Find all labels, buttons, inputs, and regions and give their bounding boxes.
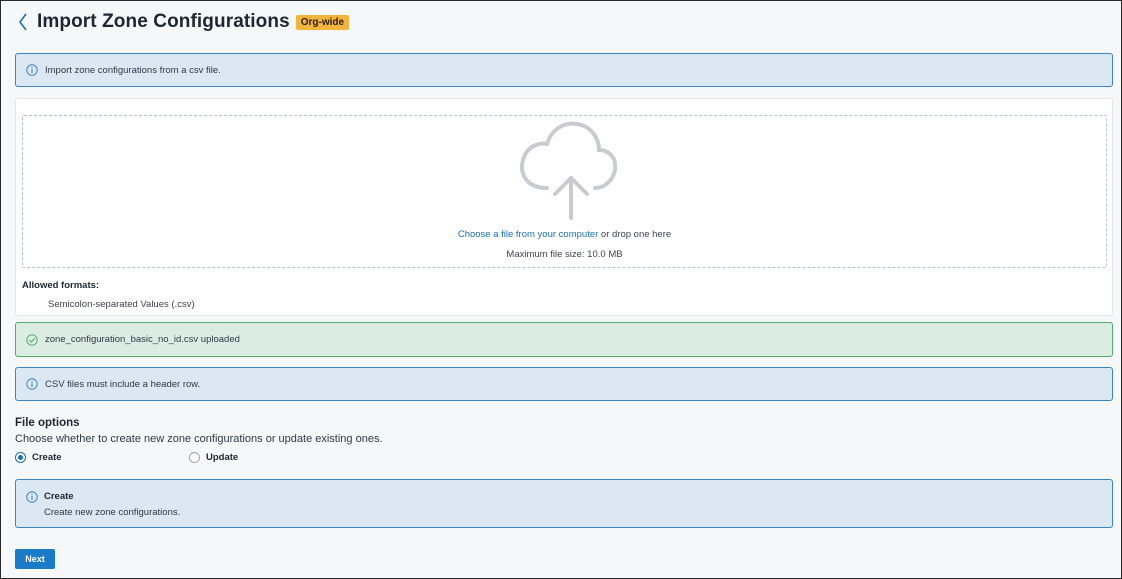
option-info-title: Create bbox=[44, 491, 74, 502]
info-icon bbox=[26, 490, 38, 508]
allowed-format-item: Semicolon-separated Values (.csv) bbox=[48, 299, 195, 310]
radio-update-circle[interactable] bbox=[189, 452, 200, 463]
next-button[interactable]: Next bbox=[15, 549, 55, 569]
radio-update[interactable]: Update bbox=[189, 452, 238, 463]
info-banner-text: Import zone configurations from a csv fi… bbox=[45, 64, 221, 76]
upload-success-text: zone_configuration_basic_no_id.csv uploa… bbox=[45, 334, 240, 345]
org-wide-badge: Org-wide bbox=[295, 14, 350, 30]
cloud-upload-icon bbox=[520, 121, 617, 220]
info-banner: Import zone configurations from a csv fi… bbox=[15, 53, 1113, 87]
check-circle-icon bbox=[26, 333, 38, 346]
option-info-description: Create new zone configurations. bbox=[44, 507, 181, 518]
info-icon bbox=[26, 64, 38, 76]
radio-update-label: Update bbox=[206, 452, 239, 463]
file-options-title: File options bbox=[15, 417, 80, 429]
chevron-left-icon bbox=[19, 13, 27, 31]
choose-file-link[interactable]: Choose a file from your computer bbox=[458, 229, 598, 240]
csv-header-note-text: CSV files must include a header row. bbox=[45, 378, 201, 390]
max-file-size: Maximum file size: 10.0 MB bbox=[506, 249, 623, 260]
upload-success-banner: zone_configuration_basic_no_id.csv uploa… bbox=[15, 322, 1113, 357]
radio-create[interactable]: Create bbox=[15, 452, 62, 463]
file-options-description: Choose whether to create new zone config… bbox=[15, 433, 383, 445]
info-icon bbox=[26, 378, 38, 390]
drop-instructions: Choose a file from your computer or drop… bbox=[23, 229, 1106, 240]
radio-create-circle[interactable] bbox=[15, 452, 26, 463]
upload-card: Choose a file from your computer or drop… bbox=[15, 98, 1113, 316]
allowed-formats-label: Allowed formats: bbox=[22, 280, 100, 291]
drop-text: or drop one here bbox=[598, 229, 672, 240]
page-title: Import Zone Configurations bbox=[37, 11, 290, 32]
back-button[interactable] bbox=[15, 11, 31, 33]
csv-header-note: CSV files must include a header row. bbox=[15, 367, 1113, 401]
page-header: Import Zone Configurations Org-wide bbox=[15, 9, 350, 35]
radio-create-label: Create bbox=[32, 452, 62, 463]
option-info-box: Create Create new zone configurations. bbox=[15, 479, 1113, 528]
file-dropzone[interactable]: Choose a file from your computer or drop… bbox=[22, 115, 1107, 268]
